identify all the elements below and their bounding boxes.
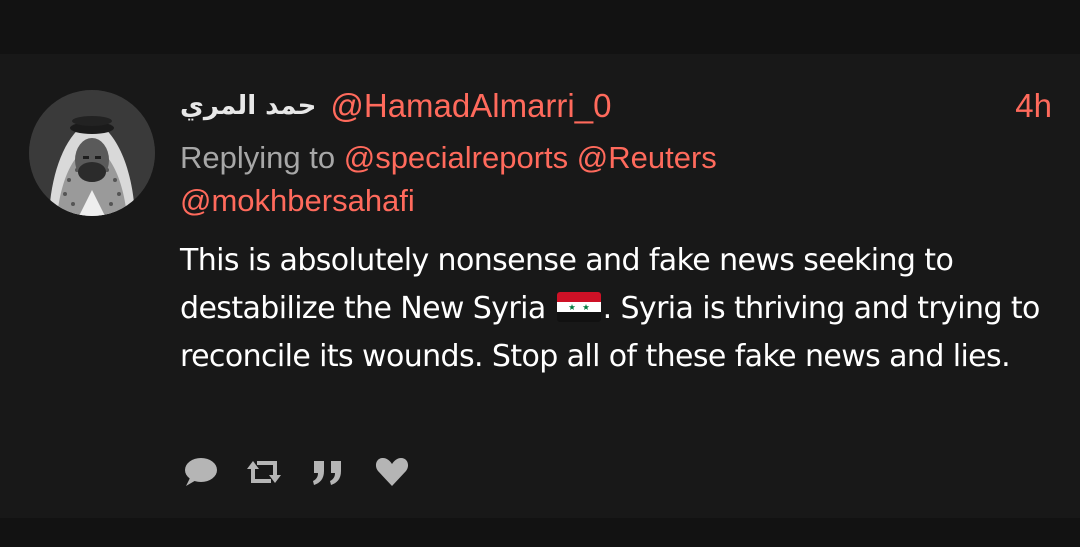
- like-button[interactable]: [372, 454, 412, 490]
- syria-flag-icon: [556, 291, 601, 322]
- user-handle[interactable]: @HamadAlmarri_0: [330, 87, 611, 125]
- comment-bubble-icon: [185, 458, 217, 486]
- heart-icon: [375, 458, 409, 486]
- top-bar: [0, 0, 1080, 54]
- display-name[interactable]: حمد المري: [180, 91, 316, 121]
- timestamp[interactable]: 4h: [1015, 86, 1052, 126]
- tweet-actions: [180, 452, 436, 492]
- mention-link[interactable]: @specialreports: [344, 140, 568, 175]
- reply-button[interactable]: [180, 454, 220, 490]
- tweet-text: This is absolutely nonsense and fake new…: [180, 237, 1050, 381]
- replying-prefix: Replying to: [180, 140, 336, 175]
- retweet-button[interactable]: [244, 454, 284, 490]
- avatar[interactable]: [29, 90, 155, 216]
- bottom-bar: [0, 518, 1080, 547]
- quote-icon: [313, 461, 341, 485]
- retweet-icon: [247, 461, 281, 483]
- quote-button[interactable]: [308, 454, 348, 490]
- mention-link[interactable]: @Reuters: [577, 140, 717, 175]
- tweet-header: حمد المري @HamadAlmarri_0: [180, 86, 611, 126]
- replying-to: Replying to @specialreports @Reuters @mo…: [180, 136, 1040, 222]
- mention-link[interactable]: @mokhbersahafi: [180, 183, 415, 218]
- tweet-card[interactable]: حمد المري @HamadAlmarri_0 4h Replying to…: [0, 54, 1080, 518]
